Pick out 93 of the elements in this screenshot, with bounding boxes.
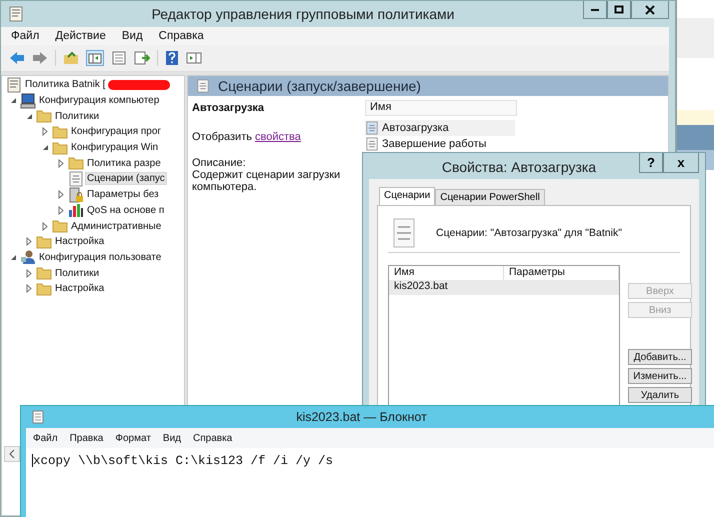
bar-chart-icon [68,202,84,218]
tree-item[interactable]: Конфигурация компьютер [38,95,160,106]
tab[interactable]: Сценарии [379,187,436,205]
scripts-heading: Сценарии: "Автозагрузка" для "Batnik" [436,227,622,239]
help-icon[interactable] [165,50,179,66]
menu-item[interactable]: Справка [193,432,232,444]
user-icon [20,249,36,266]
tree-item[interactable]: QoS на основе п [86,204,166,216]
folder-icon [52,124,68,139]
script-icon [68,170,84,187]
back-icon[interactable] [9,51,25,65]
tree-item[interactable]: Конфигурация пользовате [38,252,162,263]
folder-up-icon[interactable] [63,51,79,65]
collapsed-arrow-icon[interactable] [26,268,32,278]
column-header[interactable]: Имя [365,100,517,116]
description-text: Содержит сценарии загрузки компьютера. [192,169,342,193]
dialog-button[interactable]: Изменить... [628,368,692,384]
close-button[interactable] [631,1,669,19]
collapsed-arrow-icon[interactable] [58,206,64,215]
minimize-button[interactable] [583,1,607,19]
script-icon [365,121,379,135]
tree-item[interactable]: Политика Batnik [ [24,79,106,90]
lock-icon [68,186,84,203]
expanded-arrow-icon[interactable] [26,112,33,120]
export-icon[interactable] [134,51,150,65]
collapsed-arrow-icon[interactable] [26,284,32,294]
close-icon [645,4,655,14]
forward-icon[interactable] [32,51,48,65]
dialog-button[interactable]: Удалить [628,387,692,403]
menu-item[interactable]: Файл [33,432,58,444]
properties-sentence: Отобразить свойства [192,131,302,143]
list-item[interactable]: Автозагрузка [365,120,515,136]
action-pane-icon[interactable] [186,51,202,65]
text-editor[interactable]: xcopy \\b\soft\kis C:\kis123 /f /i /y /s [26,448,714,517]
tree-item[interactable]: Настройка [54,283,106,294]
expanded-arrow-icon[interactable] [10,254,17,261]
window-title: kis2023.bat — Блокнот [295,410,428,424]
tree-item[interactable]: Политики [54,110,100,122]
document-icon [6,76,22,93]
tree-item[interactable]: Сценарии (запус [86,173,166,184]
document-icon [9,6,23,22]
menu-item[interactable]: Вид [162,432,181,444]
properties-link[interactable]: свойства [255,131,301,143]
tree-item[interactable]: Конфигурация прог [70,126,162,138]
folder-icon [36,266,52,280]
collapsed-arrow-icon[interactable] [42,127,48,136]
menu-item[interactable]: Правка [70,432,104,444]
collapsed-arrow-icon[interactable] [58,158,64,168]
pane-title: Сценарии (запуск/завершение) [218,78,421,94]
menu-item[interactable]: Действие [55,30,106,42]
close-button[interactable]: x [663,153,699,173]
maximize-icon [614,4,624,14]
collapsed-arrow-icon[interactable] [26,237,32,246]
maximize-button[interactable] [607,1,631,19]
folder-icon [52,140,68,155]
help-button[interactable]: ? [639,153,663,173]
editor-text: xcopy \\b\soft\kis C:\kis123 /f /i /y /s [33,454,334,468]
tree-item[interactable]: Параметры без [86,189,160,200]
folder-icon [36,109,52,124]
description-label: Описание: [192,157,247,169]
minimize-icon [591,8,599,10]
script-icon [365,137,379,151]
script-icon [196,79,210,93]
folder-icon [36,234,52,249]
folder-icon [52,219,68,234]
detail-heading: Автозагрузка [192,102,266,114]
window-title: Редактор управления групповыми политиками [150,6,456,22]
folder-icon [68,156,84,170]
scroll-left-icon[interactable] [4,446,20,462]
menu-item[interactable]: Файл [11,30,40,42]
tree-item[interactable]: Административные [70,220,162,232]
tab[interactable]: Сценарии PowerShell [435,189,545,205]
collapsed-arrow-icon[interactable] [58,190,64,200]
tree-item[interactable]: Политики [54,268,100,279]
computer-icon [20,92,36,109]
properties-icon[interactable] [111,51,127,65]
dialog-title: Свойства: Автозагрузка [440,158,598,175]
list-row[interactable]: kis2023.bat [389,280,619,295]
expanded-arrow-icon[interactable] [42,144,49,152]
menu-item[interactable]: Справка [158,30,204,42]
list-item[interactable]: Завершение работы [365,136,515,152]
tree-item[interactable]: Политика разре [86,158,162,169]
script-icon [392,218,416,248]
tree-item[interactable]: Настройка [54,236,106,248]
menu-item[interactable]: Вид [122,30,143,42]
tree-item[interactable]: Конфигурация Win [70,142,160,154]
menu-item[interactable]: Формат [115,432,151,444]
dialog-button[interactable]: Добавить... [628,349,692,365]
collapsed-arrow-icon[interactable] [42,222,48,231]
notepad-icon [32,410,44,424]
expanded-arrow-icon[interactable] [10,97,17,104]
folder-icon [36,282,52,296]
tree-pane-icon[interactable] [86,50,104,66]
